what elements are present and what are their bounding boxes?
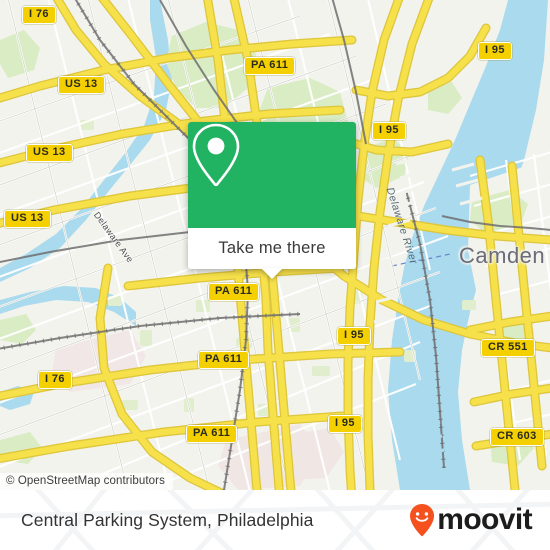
take-me-there-label: Take me there (218, 239, 326, 257)
road-shield: CR 603 (490, 428, 544, 446)
popup-image-area (188, 122, 356, 228)
road-shield: PA 611 (186, 425, 238, 443)
road-shield: US 13 (58, 76, 105, 94)
road-shield: I 95 (372, 122, 406, 140)
moovit-brand[interactable]: moovit (409, 503, 533, 537)
road-shield: PA 611 (208, 283, 260, 301)
road-shield: I 95 (337, 327, 371, 345)
map-canvas[interactable]: I 76 US 13 US 13 US 13 PA 611 I 95 I 95 PA 611 I… (0, 0, 550, 490)
road-shield: PA 611 (198, 351, 250, 369)
road-shield: CR 551 (481, 339, 535, 357)
moovit-wordmark: moovit (437, 503, 532, 536)
road-shield: I 76 (22, 6, 56, 24)
popup-tail (261, 268, 283, 279)
page-title: Central Parking System, Philadelphia (21, 509, 314, 530)
footer-bar: Central Parking System, Philadelphia moo… (0, 490, 550, 550)
road-shield: I 95 (328, 415, 362, 433)
road-shield: I 76 (38, 371, 72, 389)
place-label: Camden (459, 243, 546, 268)
road-shield: US 13 (26, 144, 73, 162)
popup-action-bar[interactable]: Take me there (188, 228, 356, 279)
road-shield: US 13 (4, 210, 51, 228)
map-screenshot: I 76 US 13 US 13 US 13 PA 611 I 95 I 95 PA 611 I… (0, 0, 550, 550)
location-callout-popup[interactable]: Take me there (188, 122, 356, 279)
moovit-smiley-pin-icon (410, 504, 435, 537)
road-shield: I 95 (478, 42, 512, 60)
road-shield: PA 611 (244, 57, 296, 75)
location-pin-icon (192, 123, 240, 187)
osm-attribution[interactable]: © OpenStreetMap contributors (0, 473, 173, 490)
